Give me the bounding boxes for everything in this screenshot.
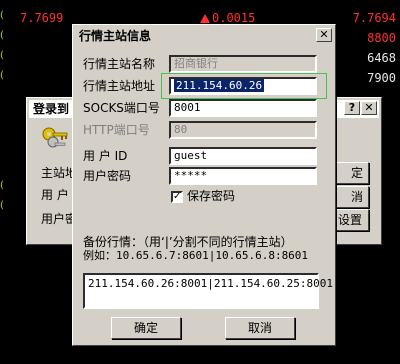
- label-password: 用户密码: [83, 169, 132, 183]
- bg-quote-last: 7.7694: [352, 11, 396, 25]
- save-password-label: 保存密码: [187, 189, 236, 203]
- password-input[interactable]: *****: [169, 167, 317, 185]
- left-marker-icon: (: [0, 180, 4, 191]
- label-socks-port: SOCKS端口号: [83, 101, 160, 115]
- ok-button[interactable]: 确定: [111, 317, 181, 339]
- station-addr-input[interactable]: 211.154.60.26: [169, 77, 317, 95]
- bg-price-text: 7.7699: [20, 11, 64, 25]
- bg-quote-last-4: 7900: [367, 71, 396, 85]
- cancel-button[interactable]: 取消: [225, 317, 295, 339]
- label-station-name: 行情主站名称: [83, 57, 156, 71]
- left-marker-icon: (: [0, 10, 4, 21]
- station-dialog-title: 行情主站信息: [79, 29, 152, 43]
- station-close-button[interactable]: ✕: [316, 28, 332, 42]
- backup-servers-textarea[interactable]: 211.154.60.26:8001|211.154.60.25:8001: [83, 273, 333, 309]
- left-marker-icon: (: [0, 70, 4, 81]
- help-button[interactable]: ?: [344, 101, 360, 115]
- key-icon: [41, 126, 71, 152]
- bg-change-text: 0.0015: [212, 11, 256, 25]
- login-dialog-title: 登录到: [33, 102, 70, 116]
- station-name-field[interactable]: 招商银行: [169, 55, 317, 73]
- login-label-user: 用 户: [41, 188, 69, 202]
- bg-quote-price: 7.7699: [20, 8, 68, 28]
- left-marker-icon: (: [0, 200, 4, 211]
- label-station-addr: 行情主站地址: [83, 79, 156, 93]
- bg-quote-last-3: 6468: [367, 51, 396, 65]
- socks-port-input[interactable]: 8001: [169, 99, 317, 117]
- left-marker-icon: (: [0, 30, 4, 41]
- http-port-input[interactable]: 80: [169, 121, 317, 139]
- up-arrow-icon: [200, 14, 210, 23]
- label-http-port: HTTP端口号: [83, 123, 150, 137]
- backup-example: 例如：10.65.6.7:8601|10.65.6.8:8601: [83, 249, 309, 262]
- label-user-id: 用 户 ID: [83, 149, 128, 163]
- user-id-input[interactable]: guest: [169, 147, 317, 165]
- left-marker-icon: (: [0, 50, 4, 61]
- login-close-button[interactable]: ✕: [361, 101, 377, 115]
- save-password-checkbox[interactable]: ✓: [171, 191, 183, 203]
- station-dialog-titlebar: 行情主站信息: [75, 27, 333, 45]
- station-info-dialog: 行情主站信息 ✕ 行情主站名称 招商银行 行情主站地址 211.154.60.2…: [72, 24, 336, 346]
- bg-quote-last-2: 8800: [367, 31, 396, 45]
